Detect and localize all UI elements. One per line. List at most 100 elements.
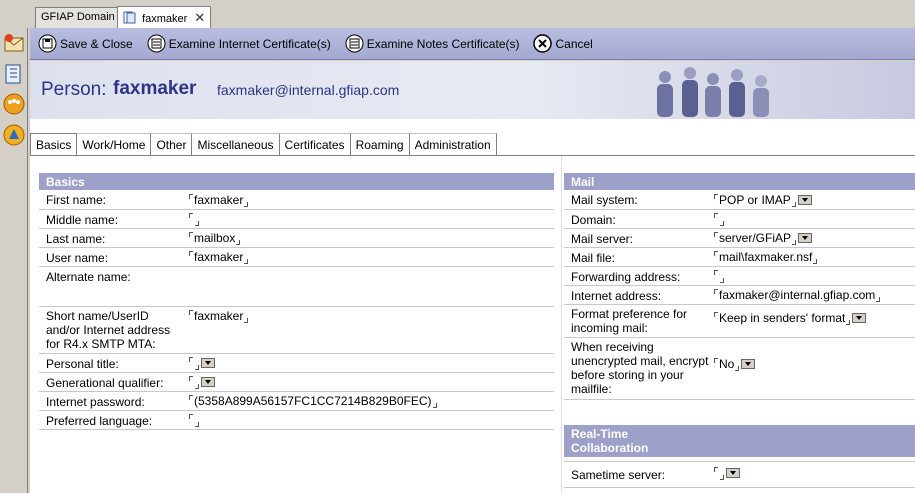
field-label: First name: bbox=[46, 193, 107, 207]
forwarding-row: Forwarding address: bbox=[564, 267, 915, 286]
format-pref-row: Format preference for incoming mail: Keep… bbox=[564, 305, 915, 338]
middle-name-field[interactable] bbox=[189, 212, 199, 226]
internet-address-field[interactable]: faxmaker@internal.gfiap.com bbox=[714, 288, 881, 302]
certificate-icon bbox=[147, 34, 166, 53]
field-label: Mail system: bbox=[571, 193, 638, 207]
tab-divider bbox=[30, 155, 915, 156]
mail-server-row: Mail server: server/GFiAP bbox=[564, 229, 915, 248]
preferred-language-row: Preferred language: bbox=[39, 411, 554, 430]
dropdown-arrow-icon[interactable] bbox=[201, 377, 215, 387]
rtc-section: Real-Time Collaboration Sametime server: bbox=[564, 425, 915, 488]
internet-address-row: Internet address: faxmaker@internal.gfia… bbox=[564, 286, 915, 305]
mail-file-field[interactable]: mail\faxmaker.nsf bbox=[714, 250, 818, 264]
section-heading: Real-Time Collaboration bbox=[564, 425, 915, 457]
alternate-name-row: Alternate name: bbox=[39, 267, 554, 307]
replication-icon[interactable] bbox=[3, 124, 25, 146]
tab-other[interactable]: Other bbox=[151, 133, 193, 155]
internet-password-field[interactable]: (5358A899A56157FC1CC7214B829B0FEC) bbox=[189, 394, 437, 408]
tab-basics[interactable]: Basics bbox=[30, 133, 78, 156]
person-email: faxmaker@internal.gfiap.com bbox=[217, 82, 400, 98]
document-icon bbox=[123, 11, 137, 24]
field-label: Short name/UserID and/or Internet address… bbox=[46, 309, 171, 351]
field-label: Generational qualifier: bbox=[46, 376, 164, 390]
tab-label: GFIAP Domain bbox=[41, 11, 115, 23]
generational-field[interactable] bbox=[189, 375, 215, 389]
domain-field[interactable] bbox=[714, 212, 724, 226]
field-label: Forwarding address: bbox=[571, 270, 681, 284]
window-tab-bar: GFIAP Domain faxmaker ✕ bbox=[0, 0, 915, 28]
tab-gfiap-domain[interactable]: GFIAP Domain bbox=[35, 7, 121, 28]
address-book-icon[interactable] bbox=[3, 63, 25, 85]
field-label: Last name: bbox=[46, 232, 106, 246]
save-close-label: Save & Close bbox=[60, 36, 133, 51]
field-label: Preferred language: bbox=[46, 414, 153, 428]
field-label: Personal title: bbox=[46, 357, 119, 371]
middle-name-row: Middle name: bbox=[39, 210, 554, 229]
mail-server-field[interactable]: server/GFiAP bbox=[714, 231, 813, 245]
format-pref-field[interactable]: Keep in senders' format bbox=[714, 311, 867, 325]
encrypt-field[interactable]: No bbox=[714, 357, 756, 371]
form-body: Basics Work/Home Other Miscellaneous Cer… bbox=[30, 119, 915, 493]
mail-section: Mail Mail system: POP or IMAP Domain: Ma… bbox=[564, 173, 915, 400]
generational-row: Generational qualifier: bbox=[39, 373, 554, 392]
dropdown-arrow-icon[interactable] bbox=[852, 313, 867, 323]
tab-certificates[interactable]: Certificates bbox=[279, 133, 351, 155]
bookmark-bar bbox=[0, 28, 28, 493]
personal-title-row: Personal title: bbox=[39, 354, 554, 373]
field-label: Format preference for incoming mail: bbox=[571, 307, 688, 335]
sametime-row: Sametime server: bbox=[564, 461, 915, 488]
people-bookmark-icon[interactable] bbox=[3, 93, 25, 115]
sametime-field[interactable] bbox=[714, 466, 740, 480]
domain-row: Domain: bbox=[564, 210, 915, 229]
mail-bookmark-icon[interactable] bbox=[3, 32, 25, 54]
certificate-icon bbox=[345, 34, 364, 53]
examine-internet-certificates-button[interactable]: Examine Internet Certificate(s) bbox=[141, 32, 337, 56]
field-label: Mail server: bbox=[571, 232, 634, 246]
field-label: When receiving unencrypted mail, encrypt b… bbox=[571, 340, 709, 396]
field-label: Mail file: bbox=[571, 251, 616, 265]
mail-system-row: Mail system: POP or IMAP bbox=[564, 190, 915, 210]
personal-title-field[interactable] bbox=[189, 356, 215, 370]
examine-notes-certificates-button[interactable]: Examine Notes Certificate(s) bbox=[339, 32, 526, 56]
tab-miscellaneous[interactable]: Miscellaneous bbox=[192, 133, 280, 155]
forwarding-field[interactable] bbox=[714, 269, 724, 283]
dropdown-arrow-icon[interactable] bbox=[797, 195, 812, 205]
encrypt-row: When receiving unencrypted mail, encrypt b… bbox=[564, 338, 915, 400]
person-header: Person: faxmaker faxmaker@internal.gfiap… bbox=[30, 61, 915, 119]
dropdown-arrow-icon[interactable] bbox=[201, 358, 215, 368]
field-label: Sametime server: bbox=[571, 468, 666, 482]
tab-administration[interactable]: Administration bbox=[409, 133, 497, 155]
tab-label: faxmaker bbox=[142, 13, 188, 25]
tab-roaming[interactable]: Roaming bbox=[350, 133, 410, 155]
last-name-field[interactable]: mailbox bbox=[189, 231, 241, 245]
preferred-language-field[interactable] bbox=[189, 413, 199, 427]
last-name-row: Last name: mailbox bbox=[39, 229, 554, 248]
field-label: Domain: bbox=[571, 213, 616, 227]
examine-internet-label: Examine Internet Certificate(s) bbox=[168, 36, 331, 51]
dropdown-arrow-icon[interactable] bbox=[798, 233, 813, 243]
cancel-icon bbox=[533, 34, 553, 53]
close-icon[interactable]: ✕ bbox=[194, 10, 205, 26]
form-tab-bar: Basics Work/Home Other Miscellaneous Cer… bbox=[30, 133, 497, 156]
cancel-label: Cancel bbox=[555, 36, 593, 51]
first-name-field[interactable]: faxmaker bbox=[189, 193, 249, 207]
dropdown-arrow-icon[interactable] bbox=[741, 359, 756, 369]
short-name-field[interactable]: faxmaker bbox=[189, 309, 249, 323]
tab-work-home[interactable]: Work/Home bbox=[77, 133, 152, 155]
action-bar: Save & Close Examine Internet Certificat… bbox=[30, 28, 915, 60]
basics-section: Basics First name: faxmaker Middle name:… bbox=[39, 173, 554, 430]
cancel-button[interactable]: Cancel bbox=[527, 32, 598, 56]
section-heading: Mail bbox=[564, 173, 915, 190]
save-close-button[interactable]: Save & Close bbox=[32, 32, 139, 56]
header-prefix: Person: bbox=[41, 79, 107, 100]
person-name: faxmaker bbox=[113, 78, 197, 99]
user-name-field[interactable]: faxmaker bbox=[189, 250, 249, 264]
internet-password-row: Internet password: (5358A899A56157FC1CC7… bbox=[39, 392, 554, 411]
field-label: User name: bbox=[46, 251, 109, 265]
section-heading: Basics bbox=[39, 173, 554, 190]
mail-system-field[interactable]: POP or IMAP bbox=[714, 193, 812, 207]
dropdown-arrow-icon[interactable] bbox=[726, 468, 740, 478]
column-divider bbox=[561, 156, 562, 493]
tab-faxmaker[interactable]: faxmaker ✕ bbox=[117, 6, 212, 28]
mail-file-row: Mail file: mail\faxmaker.nsf bbox=[564, 248, 915, 267]
